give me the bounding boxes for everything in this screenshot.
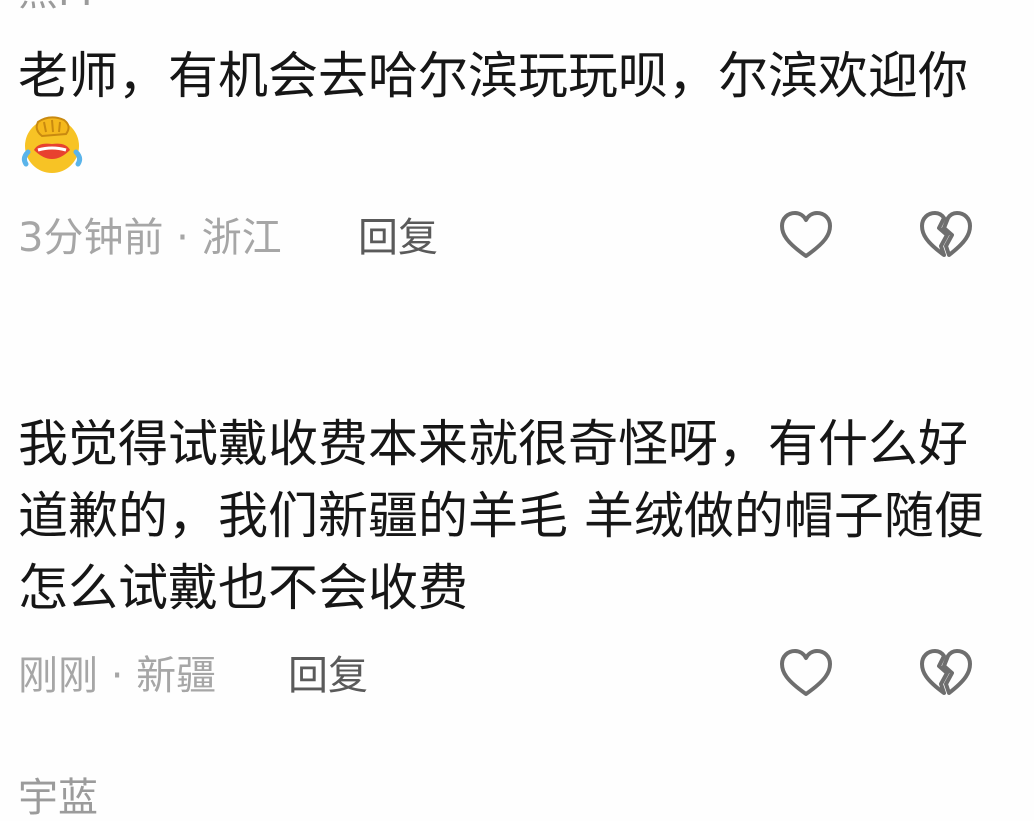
comment-body: 我觉得试戴收费本来就很奇怪呀，有什么好道歉的，我们新疆的羊毛 羊绒做的帽子随便怎… <box>18 415 984 617</box>
comment-item: 我觉得试戴收费本来就很奇怪呀，有什么好道歉的，我们新疆的羊毛 羊绒做的帽子随便怎… <box>18 408 988 698</box>
comment-time-location: 3分钟前 · 浙江 <box>18 215 282 261</box>
comment-body: 老师，有机会去哈尔滨玩玩呗，尔滨欢迎你 <box>18 40 988 185</box>
reply-button[interactable]: 回复 <box>288 654 368 698</box>
heart-outline-icon[interactable] <box>778 646 834 702</box>
broken-heart-icon[interactable] <box>918 646 974 702</box>
previous-comment-username[interactable]: 熊M <box>18 0 93 14</box>
heart-outline-icon[interactable] <box>778 208 834 264</box>
next-comment-username[interactable]: 宇蓝 <box>18 776 98 820</box>
comment-meta-row: 3分钟前 · 浙江 回复 <box>18 208 1018 268</box>
face-palm-crying-emoji <box>21 116 83 173</box>
comment-meta-row: 刚刚 · 新疆 回复 <box>18 646 1018 706</box>
comment-time-location: 刚刚 · 新疆 <box>18 653 217 699</box>
comment-item: 老师，有机会去哈尔滨玩玩呗，尔滨欢迎你 3分钟前 · 浙江 回复 <box>18 40 988 260</box>
comment-text: 老师，有机会去哈尔滨玩玩呗，尔滨欢迎你 <box>18 47 968 105</box>
broken-heart-icon[interactable] <box>918 208 974 264</box>
reply-button[interactable]: 回复 <box>358 216 438 260</box>
